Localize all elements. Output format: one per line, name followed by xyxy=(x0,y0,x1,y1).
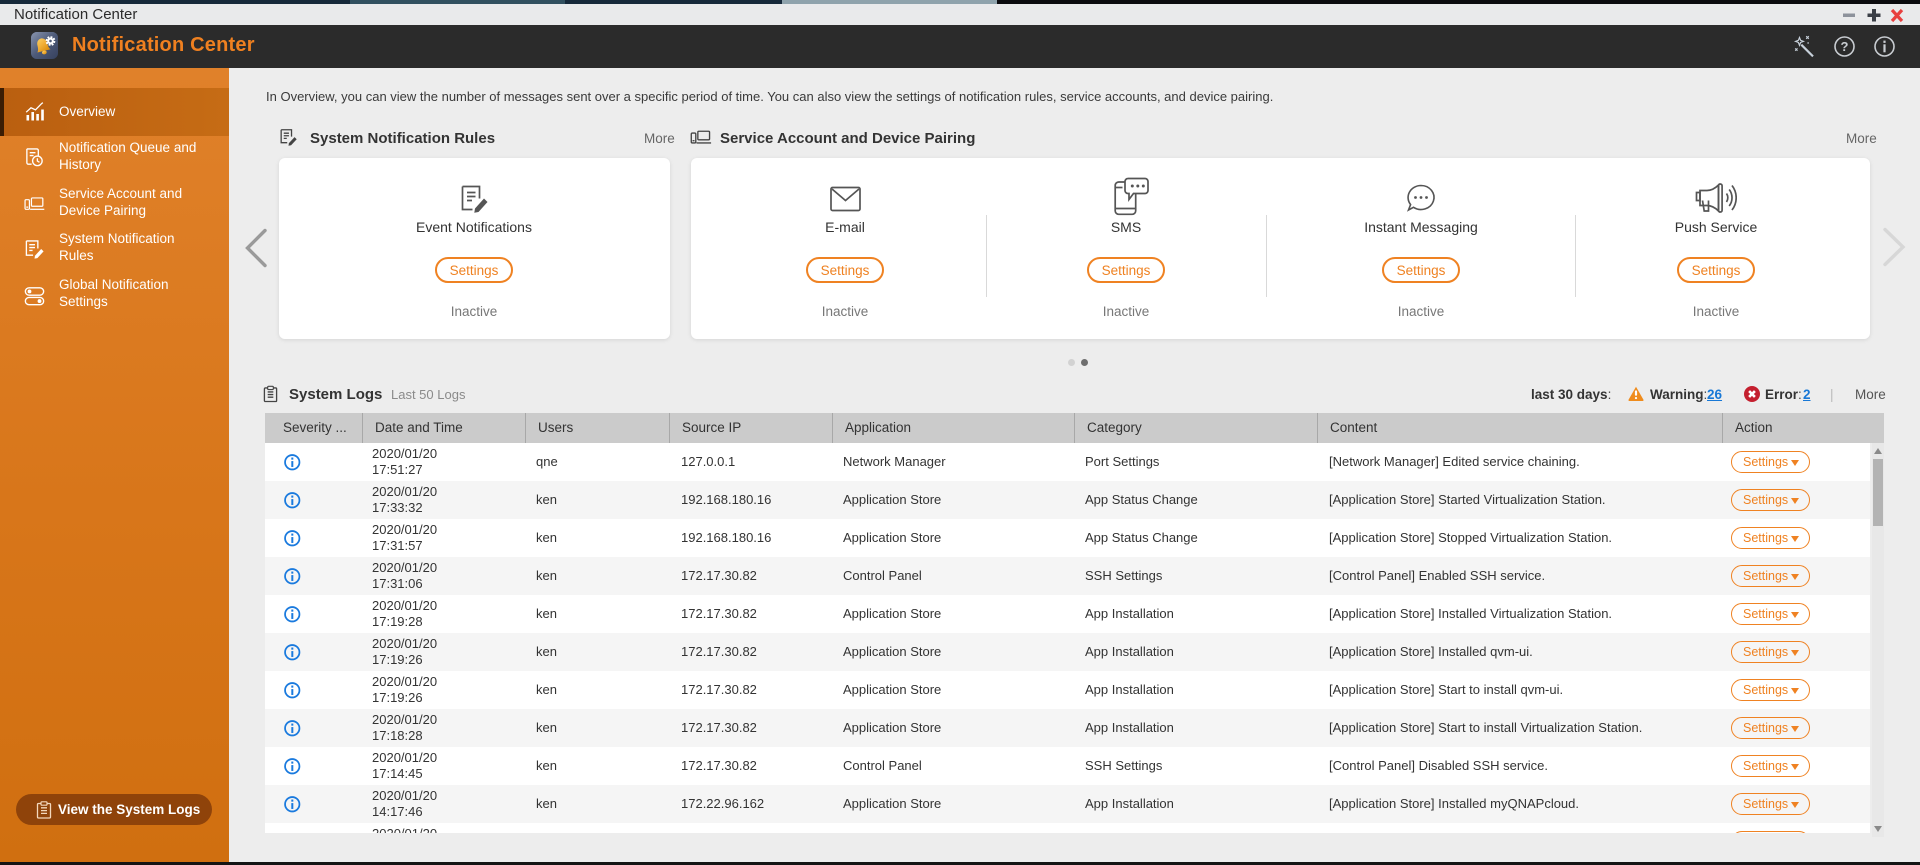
svg-text:?: ? xyxy=(1841,39,1849,54)
